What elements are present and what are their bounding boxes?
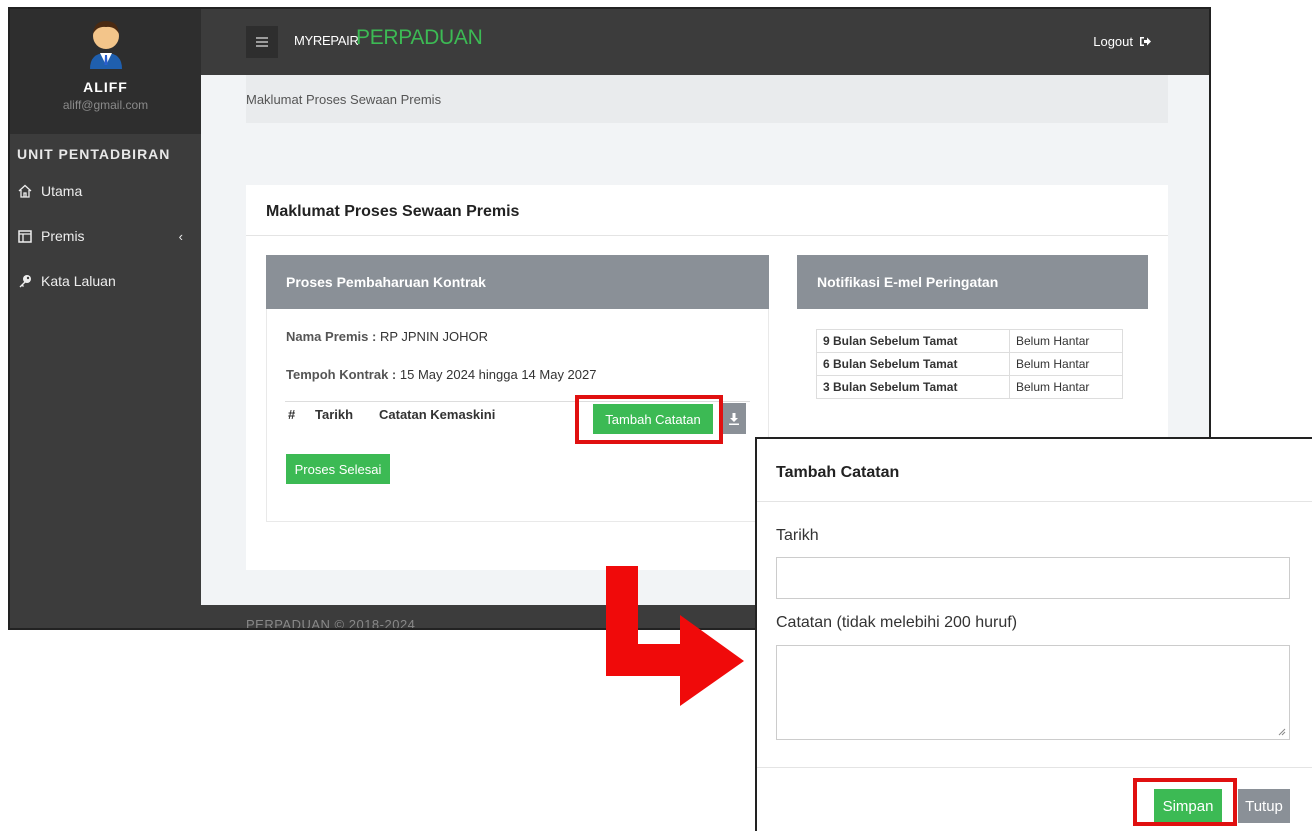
- breadcrumb-current: Maklumat Proses Sewaan Premis: [246, 92, 442, 107]
- divider: [246, 235, 1168, 236]
- user-email: aliff@gmail.com: [62, 98, 149, 112]
- arrow-icon: [606, 566, 744, 706]
- table-row: 6 Bulan Sebelum Tamat Belum Hantar: [816, 352, 1123, 376]
- user-profile: ALIFF aliff@gmail.com: [10, 9, 201, 134]
- contract-period-label: Tempoh Kontrak :: [286, 367, 397, 382]
- logout-label: Logout: [1093, 34, 1133, 49]
- add-note-modal: Tambah Catatan Tarikh Catatan (tidak mel…: [755, 437, 1312, 831]
- logout-link[interactable]: Logout: [1093, 34, 1151, 49]
- table-row: 9 Bulan Sebelum Tamat Belum Hantar: [816, 329, 1123, 353]
- column-header-index: #: [288, 407, 296, 422]
- highlight-box-save: [1133, 778, 1237, 826]
- divider: [757, 767, 1312, 768]
- footer-copyright: PERPADUAN © 2018-2024: [246, 617, 416, 630]
- sidebar-item-label: Kata Laluan: [41, 273, 116, 289]
- contract-period-value: 15 May 2024 hingga 14 May 2027: [399, 367, 597, 382]
- download-button[interactable]: [722, 403, 746, 434]
- contract-period-row: Tempoh Kontrak : 15 May 2024 hingga 14 M…: [286, 367, 596, 382]
- notification-status: Belum Hantar: [1009, 329, 1123, 353]
- sidebar-item-premis[interactable]: Premis ‹: [17, 225, 195, 247]
- notification-table: 9 Bulan Sebelum Tamat Belum Hantar 6 Bula…: [816, 329, 1123, 399]
- brand-name: PERPADUAN: [356, 26, 483, 49]
- sidebar-item-kata-laluan[interactable]: Kata Laluan: [17, 270, 195, 292]
- sidebar-item-utama[interactable]: Utama: [17, 180, 195, 202]
- brand-prefix: MYREPAIR: [294, 33, 359, 48]
- notification-label: 3 Bulan Sebelum Tamat: [816, 375, 1010, 399]
- home-icon: [17, 183, 33, 199]
- email-notification-panel: Notifikasi E-mel Peringatan 9 Bulan Sebe…: [797, 255, 1148, 399]
- notification-label: 6 Bulan Sebelum Tamat: [816, 352, 1010, 376]
- note-textarea[interactable]: [776, 645, 1290, 740]
- modal-title: Tambah Catatan: [776, 464, 900, 481]
- sidebar-section-title: UNIT PENTADBIRAN: [17, 146, 171, 162]
- notification-status: Belum Hantar: [1009, 375, 1123, 399]
- contract-renewal-panel: Proses Pembaharuan Kontrak Nama Premis :…: [266, 255, 769, 523]
- top-navbar: MYREPAIR PERPADUAN Logout: [201, 9, 1209, 75]
- date-label: Tarikh: [776, 527, 819, 544]
- notification-status: Belum Hantar: [1009, 352, 1123, 376]
- sidebar-item-label: Utama: [41, 183, 83, 199]
- note-label: Catatan (tidak melebihi 200 huruf): [776, 614, 1018, 631]
- breadcrumb: Maklumat Proses Sewaan Premis: [246, 75, 1168, 123]
- column-header-date: Tarikh: [315, 407, 354, 422]
- premis-name-label: Nama Premis :: [286, 329, 377, 344]
- panel-title: Notifikasi E-mel Peringatan: [797, 255, 1148, 309]
- user-name: ALIFF: [83, 79, 128, 95]
- date-field[interactable]: [776, 557, 1290, 599]
- highlight-box-add-note: [575, 395, 723, 444]
- finish-process-button[interactable]: Proses Selesai: [286, 454, 390, 484]
- hamburger-icon: [256, 37, 268, 47]
- sidebar-item-label: Premis: [41, 228, 85, 244]
- menu-toggle-button[interactable]: [246, 26, 278, 58]
- card-title: Maklumat Proses Sewaan Premis: [266, 203, 520, 220]
- premis-name-value: RP JPNIN JOHOR: [379, 329, 489, 344]
- premis-name-row: Nama Premis : RP JPNIN JOHOR: [286, 329, 488, 344]
- key-icon: [17, 273, 33, 289]
- download-icon: [729, 412, 739, 425]
- panel-title: Proses Pembaharuan Kontrak: [266, 255, 769, 309]
- building-icon: [17, 228, 33, 244]
- notification-label: 9 Bulan Sebelum Tamat: [816, 329, 1010, 353]
- resize-handle-icon[interactable]: [1278, 728, 1286, 736]
- logout-icon: [1140, 37, 1151, 46]
- divider: [757, 501, 1312, 502]
- column-header-note: Catatan Kemaskini: [379, 407, 496, 422]
- table-row: 3 Bulan Sebelum Tamat Belum Hantar: [816, 375, 1123, 399]
- chevron-left-icon[interactable]: ‹: [179, 229, 183, 244]
- avatar: [90, 21, 122, 69]
- sidebar: ALIFF aliff@gmail.com UNIT PENTADBIRAN U…: [10, 9, 201, 628]
- close-button[interactable]: Tutup: [1238, 789, 1290, 823]
